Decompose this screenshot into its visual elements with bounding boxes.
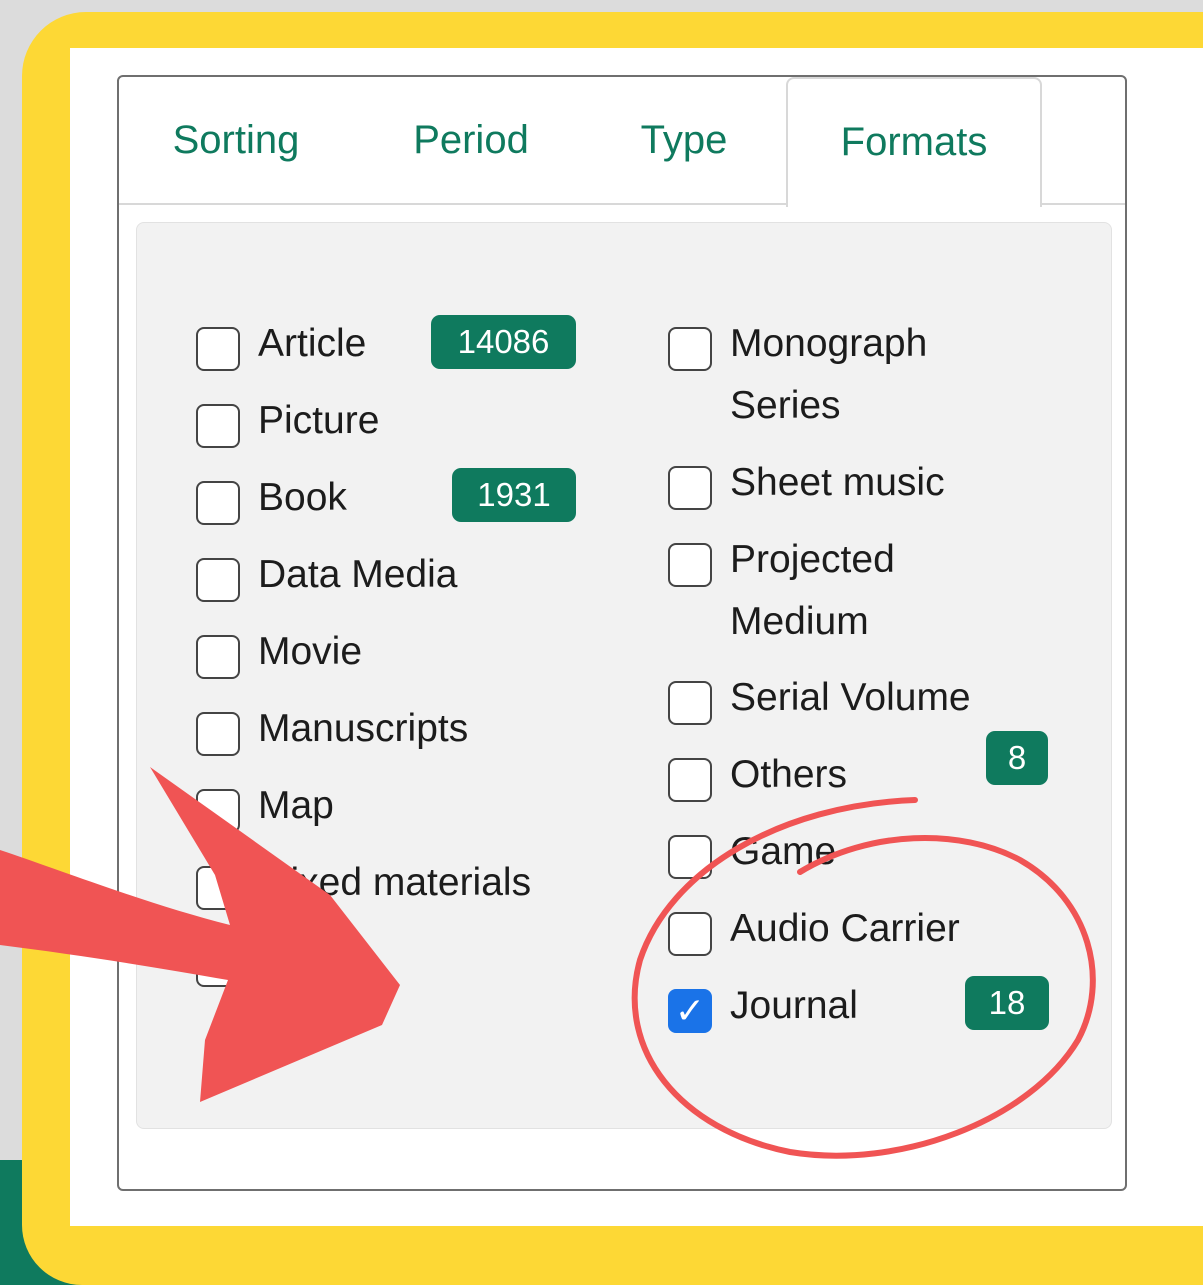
checkbox-form[interactable] [196, 943, 240, 987]
label-article: Article [258, 322, 367, 365]
checkbox-book[interactable] [196, 481, 240, 525]
label-journal: Journal [730, 984, 858, 1027]
label-manuscripts: Manuscripts [258, 707, 469, 750]
label-movie: Movie [258, 630, 363, 673]
checkbox-data-media[interactable] [196, 558, 240, 602]
checkmark-icon: ✓ [674, 990, 706, 1031]
checkbox-sheet-music[interactable] [668, 466, 712, 510]
count-badge-others: 8 [986, 731, 1048, 785]
label-monograph-series-line2: Series [730, 384, 841, 427]
label-monograph-series-line1: Monograph [730, 322, 928, 365]
tab-period[interactable]: Period [371, 77, 571, 203]
label-others: Others [730, 753, 848, 796]
checkbox-monograph-series[interactable] [668, 327, 712, 371]
checkbox-mixed-materials[interactable] [196, 866, 240, 910]
checkbox-movie[interactable] [196, 635, 240, 679]
checkbox-serial-volume[interactable] [668, 681, 712, 725]
checkbox-others[interactable] [668, 758, 712, 802]
label-projected-medium-line1: Projected [730, 538, 895, 581]
label-book: Book [258, 476, 347, 519]
tab-formats[interactable]: Formats [786, 77, 1042, 207]
checkbox-projected-medium[interactable] [668, 543, 712, 587]
checkbox-picture[interactable] [196, 404, 240, 448]
tab-bar: Sorting Period Type Formats [119, 77, 1125, 207]
label-audio-carrier: Audio Carrier [730, 907, 960, 950]
label-map: Map [258, 784, 334, 827]
tab-sorting[interactable]: Sorting [131, 77, 341, 203]
label-picture: Picture [258, 399, 380, 442]
tab-type[interactable]: Type [609, 77, 759, 203]
label-form: orm [258, 938, 326, 981]
label-game: Game [730, 830, 837, 873]
label-serial-volume: Serial Volume [730, 676, 971, 719]
checkbox-manuscripts[interactable] [196, 712, 240, 756]
checkbox-game[interactable] [668, 835, 712, 879]
checkbox-article[interactable] [196, 327, 240, 371]
checkbox-journal[interactable]: ✓ [668, 989, 712, 1033]
checkbox-map[interactable] [196, 789, 240, 833]
count-badge-article: 14086 [431, 315, 576, 369]
label-sheet-music: Sheet music [730, 461, 945, 504]
label-mixed-materials: Mixed materials [258, 861, 532, 904]
label-data-media: Data Media [258, 553, 458, 596]
count-badge-book: 1931 [452, 468, 576, 522]
count-badge-journal: 18 [965, 976, 1049, 1030]
checkbox-audio-carrier[interactable] [668, 912, 712, 956]
label-projected-medium-line2: Medium [730, 600, 869, 643]
